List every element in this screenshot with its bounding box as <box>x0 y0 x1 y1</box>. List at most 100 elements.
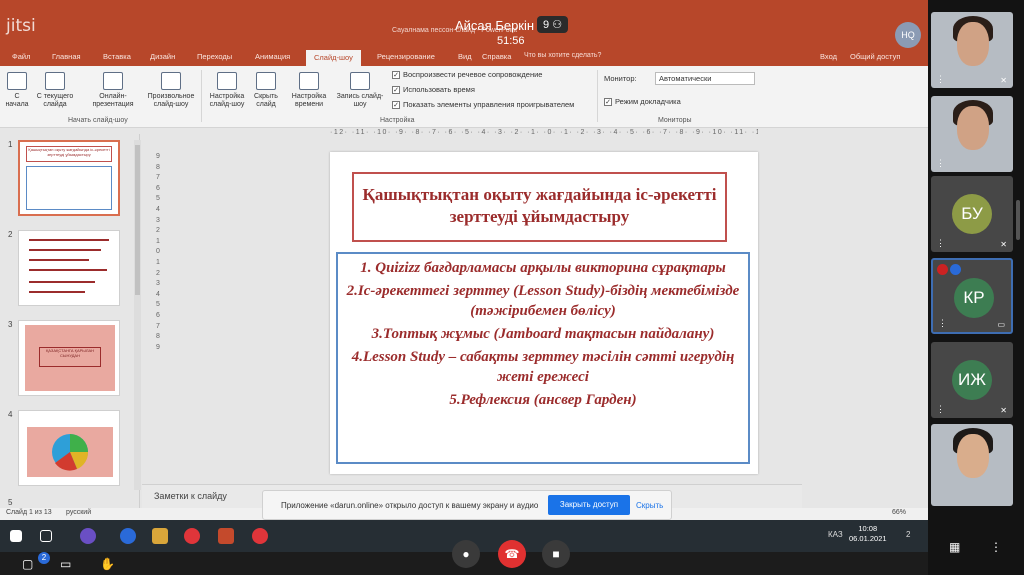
tab-insert[interactable]: Вставка <box>103 52 131 61</box>
edge-icon[interactable] <box>120 528 136 544</box>
explorer-icon[interactable] <box>152 528 168 544</box>
checkmark-icon: ✓ <box>392 101 400 110</box>
thumb-number: 1 <box>8 140 13 149</box>
thumb-slide-3-title: ҚАЗАҚСТАНГА ҚАРЫЛАН СЫНУДАН <box>39 347 101 367</box>
thumb-line <box>29 269 107 271</box>
filmstrip-scrollbar[interactable] <box>1016 200 1020 240</box>
screen-share-icon[interactable]: ▭ <box>60 557 71 571</box>
slideshow-current-icon <box>45 72 65 90</box>
tab-design[interactable]: Дизайн <box>150 52 175 61</box>
tab-review[interactable]: Рецензирование <box>377 52 435 61</box>
more-icon[interactable]: ⋮ <box>936 74 945 85</box>
tab-view[interactable]: Вид <box>458 52 472 61</box>
thumb-slide-2[interactable] <box>18 230 120 306</box>
scrollbar-thumb[interactable] <box>135 145 140 295</box>
hide-slide-button[interactable]: Скрыть слайд <box>250 72 282 109</box>
raise-hand-icon[interactable]: ✋ <box>100 557 115 571</box>
horizontal-ruler: ·12· ·11· ·10· ·9· ·8· ·7· ·6· ·5· ·4· ·… <box>330 129 758 136</box>
media-controls-checkbox[interactable]: ✓ Показать элементы управления проигрыват… <box>392 100 574 110</box>
presenter-view-checkbox[interactable]: ✓ Режим докладчика <box>604 97 681 107</box>
windows-start-icon[interactable] <box>10 530 22 542</box>
checkmark-icon: ✓ <box>604 98 612 107</box>
hide-slide-icon <box>256 72 276 90</box>
record-slideshow-button[interactable]: Запись слайд-шоу <box>332 72 388 109</box>
yandex-icon[interactable] <box>184 528 200 544</box>
thumb-number: 3 <box>8 320 13 329</box>
tab-file[interactable]: Файл <box>12 52 30 61</box>
tab-home[interactable]: Главная <box>52 52 81 61</box>
group-start-label: Начать слайд-шоу <box>68 117 128 124</box>
narration-checkbox[interactable]: ✓ Воспроизвести речевое сопровождение <box>392 70 542 80</box>
more-icon[interactable]: ⋮ <box>936 238 945 249</box>
slide-body[interactable]: 1. Quizizz бағдарламасы арқылы викторина… <box>336 252 750 464</box>
screen-share-icon: ▭ <box>997 320 1005 329</box>
tile-view-icon[interactable]: ▦ <box>949 540 960 554</box>
people-icon: ⚇ <box>552 19 563 31</box>
hangup-button[interactable]: ☎ <box>498 540 526 568</box>
use-timings-checkbox[interactable]: ✓ Использовать время <box>392 85 475 95</box>
system-clock[interactable]: 10:08 06.01.2021 <box>849 524 887 544</box>
language-indicator[interactable]: русский <box>66 509 91 516</box>
participant-avatar: БУ <box>952 194 992 234</box>
meeting-toolbar: ▢ 2 ▭ ✋ ● ☎ ■ <box>0 540 928 575</box>
tab-help[interactable]: Справка <box>482 52 511 61</box>
task-view-icon[interactable] <box>40 530 52 542</box>
timer-icon <box>299 72 319 90</box>
participant-tile[interactable]: ⋮ <box>931 96 1013 172</box>
app-icon[interactable] <box>80 528 96 544</box>
tab-animations[interactable]: Анимация <box>255 52 290 61</box>
participant-tile[interactable]: ИЖ ⋮ ✕ <box>931 342 1013 418</box>
setup-show-button[interactable]: Настройка слайд-шоу <box>204 72 250 109</box>
thumbnail-scrollbar[interactable] <box>134 140 141 490</box>
thumb-slide-3-bg: ҚАЗАҚСТАНГА ҚАРЫЛАН СЫНУДАН <box>25 325 115 391</box>
more-actions-icon[interactable]: ⋮ <box>990 540 1002 554</box>
online-icon <box>103 72 123 90</box>
setup-icon <box>217 72 237 90</box>
participants-count[interactable]: 9 ⚇ <box>537 16 569 33</box>
tab-transitions[interactable]: Переходы <box>197 52 232 61</box>
yandex-icon[interactable] <box>252 528 268 544</box>
participant-tile-local[interactable] <box>931 424 1013 506</box>
hide-notification-button[interactable]: Скрыть <box>636 501 663 510</box>
slide-canvas[interactable]: Қашықтықтан оқыту жағдайында іс-әрекетті… <box>330 152 758 474</box>
monitor-select[interactable]: Автоматически <box>655 72 755 85</box>
powerpoint-icon[interactable] <box>218 528 234 544</box>
camera-button[interactable]: ■ <box>542 540 570 568</box>
rehearse-timings-button[interactable]: Настройка времени <box>286 72 332 109</box>
mic-off-icon: ✕ <box>1000 240 1007 249</box>
more-icon[interactable]: ⋮ <box>936 404 945 415</box>
participant-tile[interactable]: ⋮ ✕ <box>931 12 1013 88</box>
online-presentation-button[interactable]: Онлайн-презентация <box>84 72 142 109</box>
checkmark-icon: ✓ <box>392 71 400 80</box>
slide-title[interactable]: Қашықтықтан оқыту жағдайында іс-әрекетті… <box>352 172 727 242</box>
notification-badge[interactable]: 2 <box>906 530 910 539</box>
participant-tile-dominant[interactable]: КР ⋮ ▭ <box>931 258 1013 334</box>
zoom-level[interactable]: 66% <box>892 509 906 516</box>
custom-show-button[interactable]: Произвольное слайд-шоу <box>142 72 200 109</box>
stop-sharing-button[interactable]: Закрыть доступ <box>548 495 630 515</box>
share-button[interactable]: Общий доступ <box>850 52 900 61</box>
jitsi-meeting: jitsi Сауалнама пессон-слайд - PowerPoin… <box>0 0 1024 575</box>
tab-slideshow[interactable]: Слайд-шоу <box>306 50 361 66</box>
thumb-number: 5 <box>8 498 13 507</box>
thumb-slide-3[interactable]: ҚАЗАҚСТАНГА ҚАРЫЛАН СЫНУДАН <box>18 320 120 396</box>
more-icon[interactable]: ⋮ <box>938 318 947 329</box>
microphone-button[interactable]: ● <box>452 540 480 568</box>
more-icon[interactable]: ⋮ <box>936 158 945 169</box>
signin-link[interactable]: Вход <box>820 52 837 61</box>
thumb-slide-1-body <box>26 166 112 210</box>
tell-me-search[interactable]: Что вы хотите сделать? <box>524 52 601 59</box>
chat-icon[interactable]: ▢ <box>22 557 33 571</box>
participant-avatar: ИЖ <box>952 360 992 400</box>
participant-tile[interactable]: БУ ⋮ ✕ <box>931 176 1013 252</box>
chat-unread-badge: 2 <box>38 552 50 564</box>
from-beginning-button[interactable]: С начала <box>4 72 30 109</box>
keyboard-language[interactable]: КАЗ <box>828 530 843 539</box>
raised-hand-icon <box>950 264 961 275</box>
shared-screen: jitsi Сауалнама пессон-слайд - PowerPoin… <box>0 0 928 552</box>
thumb-slide-4[interactable] <box>18 410 120 486</box>
account-avatar[interactable]: HQ <box>895 22 921 48</box>
thumb-slide-1[interactable]: Қашықтықтан оқыту жағдайында іс-әрекетті… <box>18 140 120 216</box>
from-current-button[interactable]: С текущего слайда <box>32 72 78 109</box>
camera-icon: ■ <box>552 547 560 561</box>
